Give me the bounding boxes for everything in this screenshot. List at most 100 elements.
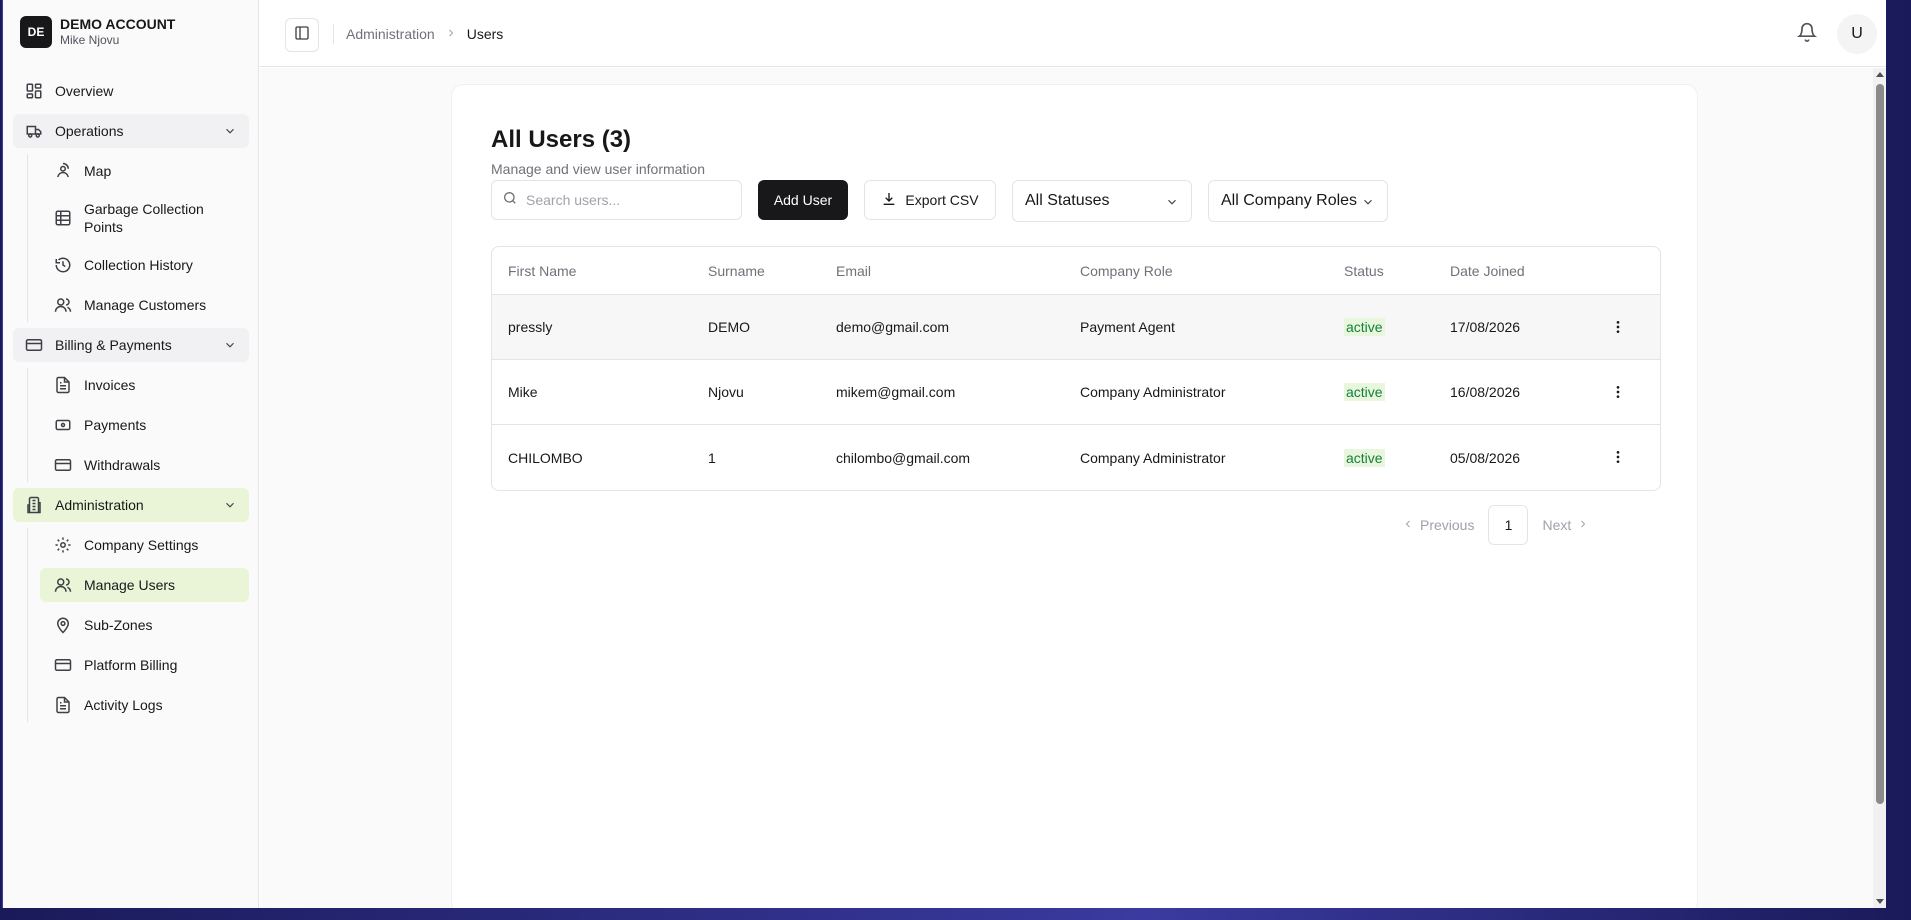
search-icon <box>502 190 518 211</box>
banknote-icon <box>54 416 72 434</box>
sidebar-item-collection-history[interactable]: Collection History <box>40 248 249 282</box>
add-user-button[interactable]: Add User <box>758 180 848 220</box>
status-filter-select[interactable]: All Statuses <box>1012 180 1192 222</box>
next-label: Next <box>1542 517 1572 533</box>
sidebar-item-label: Collection History <box>84 257 193 273</box>
sidebar-group-administration[interactable]: Administration <box>13 488 249 522</box>
sidebar-item-label: Sub-Zones <box>84 617 153 633</box>
role-filter-select[interactable]: All Company Roles <box>1208 180 1388 222</box>
cell-date-joined: 17/08/2026 <box>1450 319 1521 335</box>
sidebar-item-activity-logs[interactable]: Activity Logs <box>40 688 249 722</box>
cell-surname: Njovu <box>708 384 744 400</box>
billing-submenu: Invoices Payments Withdrawals <box>27 368 249 482</box>
administration-submenu: Company Settings Manage Users Sub-Zones <box>27 528 249 722</box>
sidebar-item-withdrawals[interactable]: Withdrawals <box>40 448 249 482</box>
cell-email: chilombo@gmail.com <box>836 449 971 466</box>
chevron-down-icon <box>223 338 237 355</box>
search-input[interactable] <box>526 192 726 208</box>
scroll-thumb[interactable] <box>1876 84 1884 804</box>
scroll-down-arrow[interactable] <box>1876 899 1884 904</box>
table-row[interactable]: CHILOMBO 1 chilombo@gmail.com Company Ad… <box>492 425 1660 490</box>
sidebar-item-payments[interactable]: Payments <box>40 408 249 442</box>
sidebar-item-overview[interactable]: Overview <box>13 74 249 108</box>
cell-company-role: Payment Agent <box>1080 319 1175 335</box>
credit-card-icon <box>25 336 43 354</box>
chevron-right-icon <box>1577 517 1589 533</box>
chevron-down-icon <box>1165 195 1179 214</box>
sidebar-group-label: Administration <box>55 497 144 513</box>
row-actions-button[interactable] <box>1610 384 1626 403</box>
notifications-button[interactable] <box>1796 22 1818 47</box>
sidebar-item-label: Garbage Collection Points <box>84 201 204 235</box>
sidebar-item-label: Overview <box>55 83 114 99</box>
search-box[interactable] <box>491 180 742 220</box>
sidebar-group-billing[interactable]: Billing & Payments <box>13 328 249 362</box>
users-icon <box>54 576 72 594</box>
column-header: Status <box>1344 262 1384 279</box>
app-window: DE DEMO ACCOUNT Mike Njovu Overview Oper… <box>2 0 1886 908</box>
sidebar-group-label: Operations <box>55 123 124 139</box>
users-table: First Name Surname Email Company Role St… <box>491 246 1661 491</box>
export-csv-button[interactable]: Export CSV <box>864 180 996 220</box>
previous-page-button[interactable]: Previous <box>1402 517 1474 533</box>
pagination: Previous 1 Next <box>1402 505 1589 545</box>
sidebar-toggle-button[interactable] <box>285 18 319 52</box>
sidebar: DE DEMO ACCOUNT Mike Njovu Overview Oper… <box>3 0 259 908</box>
file-text-icon <box>54 376 72 394</box>
cell-surname: 1 <box>708 449 716 466</box>
status-badge: active <box>1344 383 1385 401</box>
gear-icon <box>54 536 72 554</box>
breadcrumb-current: Users <box>466 26 504 42</box>
status-badge: active <box>1344 448 1385 467</box>
map-pin-user-icon <box>54 162 72 180</box>
account-avatar: DE <box>20 16 52 48</box>
chevron-down-icon <box>1361 195 1375 214</box>
sidebar-item-map[interactable]: Map <box>40 154 249 188</box>
operations-submenu: Map Garbage Collection Points Collection… <box>27 154 249 322</box>
bell-icon <box>1796 22 1818 46</box>
sidebar-group-operations[interactable]: Operations <box>13 114 249 148</box>
cell-surname: DEMO <box>708 319 750 335</box>
row-actions-button[interactable] <box>1610 319 1626 338</box>
chevron-down-icon <box>223 498 237 515</box>
users-card: All Users (3) Manage and view user infor… <box>451 84 1698 908</box>
file-text-icon <box>54 696 72 714</box>
page-number-button[interactable]: 1 <box>1488 505 1529 545</box>
download-icon <box>881 191 897 210</box>
sidebar-item-company-settings[interactable]: Company Settings <box>40 528 249 562</box>
sidebar-item-sub-zones[interactable]: Sub-Zones <box>40 608 249 642</box>
sidebar-item-manage-customers[interactable]: Manage Customers <box>40 288 249 322</box>
more-vertical-icon <box>1610 321 1626 338</box>
cell-first-name: pressly <box>508 319 553 335</box>
cell-first-name: Mike <box>508 384 538 400</box>
chevron-left-icon <box>1402 517 1414 533</box>
credit-card-icon <box>54 656 72 674</box>
table-row[interactable]: pressly DEMO demo@gmail.com Payment Agen… <box>492 295 1660 360</box>
row-actions-button[interactable] <box>1610 449 1626 468</box>
column-header: Surname <box>708 262 765 279</box>
column-header: Email <box>836 262 872 279</box>
account-switcher[interactable]: DE DEMO ACCOUNT Mike Njovu <box>20 16 175 48</box>
sidebar-item-garbage-collection-points[interactable]: Garbage Collection Points <box>40 194 249 242</box>
table-row[interactable]: Mike Njovu mikem@gmail.com Company Admin… <box>492 360 1660 425</box>
sidebar-item-manage-users[interactable]: Manage Users <box>40 568 249 602</box>
building-icon <box>25 496 43 514</box>
sidebar-item-invoices[interactable]: Invoices <box>40 368 249 402</box>
vertical-scrollbar[interactable] <box>1873 68 1886 908</box>
panel-left-icon <box>294 25 310 46</box>
breadcrumb-link[interactable]: Administration <box>346 26 435 42</box>
scroll-up-arrow[interactable] <box>1876 72 1884 77</box>
column-header: First Name <box>508 262 577 279</box>
sidebar-item-platform-billing[interactable]: Platform Billing <box>40 648 249 682</box>
chevron-down-icon <box>223 124 237 141</box>
column-header: Company Role <box>1080 262 1173 279</box>
history-icon <box>54 256 72 274</box>
table-header: First Name Surname Email Company Role St… <box>492 247 1660 295</box>
user-avatar-button[interactable]: U <box>1837 14 1877 54</box>
account-user: Mike Njovu <box>60 33 120 47</box>
sidebar-item-label: Manage Customers <box>84 297 207 313</box>
sidebar-item-label: Invoices <box>84 377 136 393</box>
cell-company-role: Company Administrator <box>1080 384 1226 400</box>
status-filter-value: All Statuses <box>1025 192 1110 209</box>
next-page-button[interactable]: Next <box>1542 517 1589 533</box>
